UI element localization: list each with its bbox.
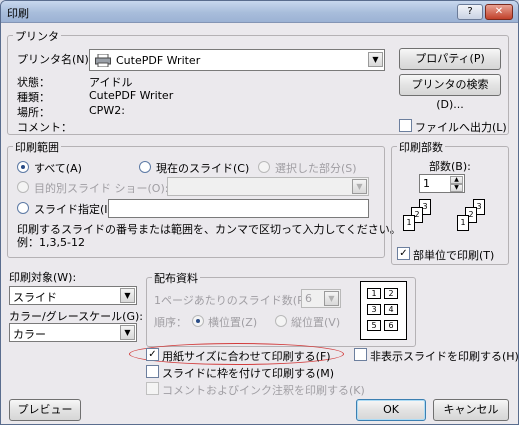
cancel-button[interactable]: キャンセル [433, 399, 509, 421]
title-bar[interactable]: 印刷 ? ✕ [1, 1, 518, 23]
range-all-label[interactable]: すべて(A) [34, 160, 82, 176]
layout-cell: 5 [367, 320, 381, 331]
handouts-legend: 配布資料 [152, 270, 200, 286]
comments-checkbox[interactable] [146, 382, 159, 395]
color-label: カラー/グレースケール(G): [9, 310, 143, 323]
slides-radio[interactable] [17, 202, 29, 214]
layout-cell: 1 [367, 288, 381, 299]
preview-button[interactable]: プレビュー(E) [9, 399, 81, 424]
print-what-label: 印刷対象(W): [9, 271, 77, 284]
handout-layout-preview: 1 2 3 4 5 6 [360, 281, 407, 340]
layout-cell: 2 [384, 288, 398, 299]
printer-name-select[interactable]: CutePDF Writer ▼ [89, 49, 385, 71]
custom-show-select[interactable]: ▼ [167, 177, 369, 196]
copies-count-value: 1 [423, 177, 430, 190]
layout-cell: 4 [384, 304, 398, 315]
print-what-select[interactable]: スライド ▼ [9, 286, 137, 305]
layout-cell: 6 [384, 320, 398, 331]
layout-cell: 3 [367, 304, 381, 315]
custom-show-label: 目的別スライド ショー(O): [34, 182, 169, 195]
spin-down-icon[interactable]: ▼ [450, 184, 463, 192]
window-title: 印刷 [7, 7, 29, 20]
print-to-file-checkbox[interactable] [399, 119, 412, 132]
printer-name-label: プリンタ名(N): [17, 53, 93, 66]
range-current-label[interactable]: 現在のスライド(C) [156, 160, 249, 176]
copies-count-label: 部数(B): [429, 160, 471, 173]
chevron-down-icon[interactable]: ▼ [352, 179, 367, 194]
collate-page: 1 [403, 215, 415, 231]
status-label: 状態： [17, 76, 50, 89]
type-label: 種類： [17, 91, 50, 104]
chevron-down-icon[interactable]: ▼ [368, 52, 383, 67]
find-printer-button[interactable]: プリンタの検索(D)... [399, 74, 501, 111]
help-button[interactable]: ? [457, 4, 483, 20]
scale-to-fit-label[interactable]: 用紙サイズに合わせて印刷する(F) [162, 348, 331, 364]
printer-legend: プリンタ [13, 28, 61, 44]
scale-to-fit-checkbox[interactable]: ✓ [146, 348, 159, 361]
where-label: 場所： [17, 106, 50, 119]
printer-icon [95, 53, 111, 68]
order-horizontal-label: 横位置(Z) [208, 316, 258, 329]
properties-button[interactable]: プロパティ(P) [399, 48, 501, 70]
print-to-file-label[interactable]: ファイルへ出力(L) [415, 119, 507, 135]
range-all-radio[interactable] [17, 161, 29, 173]
collate-illustration: 3 2 1 3 2 1 [397, 199, 503, 243]
order-vertical-radio[interactable] [275, 315, 287, 327]
collate-page: 1 [457, 215, 469, 231]
spin-up-icon[interactable]: ▲ [450, 176, 463, 184]
color-select[interactable]: カラー ▼ [9, 323, 137, 342]
status-value: アイドル [89, 76, 133, 89]
color-value: カラー [13, 328, 46, 341]
collate-checkbox[interactable]: ✓ [397, 247, 410, 260]
close-button[interactable]: ✕ [485, 4, 513, 20]
ok-button[interactable]: OK [356, 399, 426, 421]
hidden-slides-checkbox[interactable] [354, 348, 367, 361]
range-hint-line2: 例：1,3,5-12 [17, 236, 85, 249]
print-dialog: 印刷 ? ✕ プリンタ プリンタ名(N): CutePDF Writer ▼ プ… [0, 0, 519, 425]
frame-slides-label[interactable]: スライドに枠を付けて印刷する(M) [162, 365, 334, 381]
comments-label: コメントおよびインク注釈を印刷する(K) [162, 384, 365, 397]
order-horizontal-radio[interactable] [192, 315, 204, 327]
slides-label[interactable]: スライド指定(I): [34, 201, 116, 217]
hidden-slides-label[interactable]: 非表示スライドを印刷する(H) [370, 348, 518, 364]
range-current-radio[interactable] [139, 161, 151, 173]
print-what-value: スライド [13, 291, 57, 304]
range-selection-radio[interactable] [258, 161, 270, 173]
copies-legend: 印刷部数 [397, 139, 445, 155]
print-range-legend: 印刷範囲 [13, 139, 61, 155]
order-vertical-label: 縦位置(V) [291, 316, 341, 329]
where-value: CPW2: [89, 104, 125, 117]
per-page-label: 1ページあたりのスライド数(R): [154, 294, 313, 307]
type-value: CutePDF Writer [89, 89, 174, 102]
per-page-select[interactable]: 6 ▼ [301, 289, 341, 308]
copies-spinner[interactable]: 1 ▲ ▼ [419, 174, 465, 193]
order-label: 順序： [154, 316, 187, 329]
chevron-down-icon[interactable]: ▼ [324, 291, 339, 306]
chevron-down-icon[interactable]: ▼ [120, 325, 135, 340]
custom-show-radio[interactable] [17, 181, 29, 193]
frame-slides-checkbox[interactable] [146, 365, 159, 378]
range-selection-label: 選択した部分(S) [275, 162, 357, 175]
comment-label: コメント： [17, 121, 72, 134]
collate-label[interactable]: 部単位で印刷(T) [413, 247, 494, 263]
slides-input[interactable] [108, 199, 369, 218]
printer-name-value: CutePDF Writer [116, 54, 201, 67]
chevron-down-icon[interactable]: ▼ [120, 288, 135, 303]
per-page-value: 6 [305, 292, 312, 305]
